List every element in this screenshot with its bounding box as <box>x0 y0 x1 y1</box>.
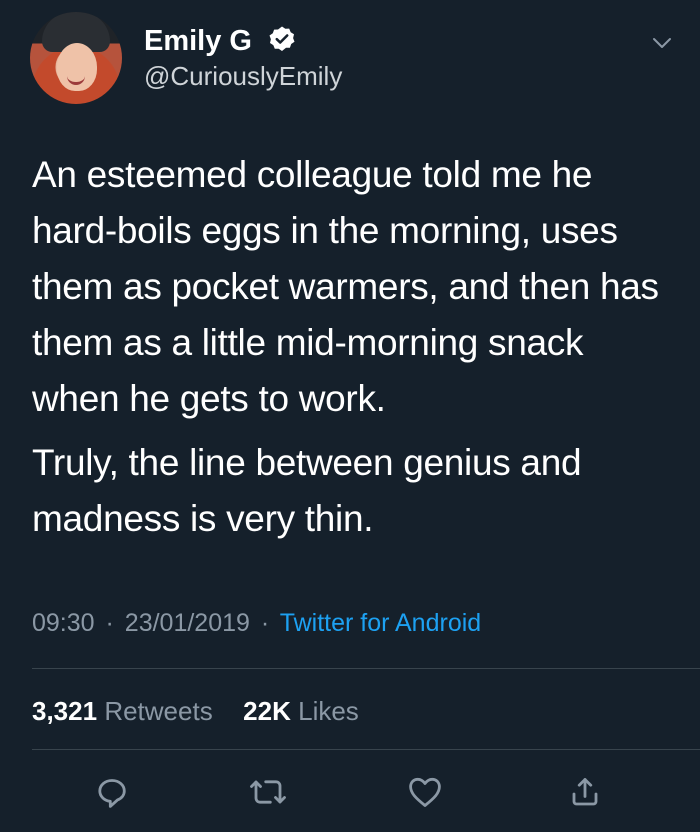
meta-separator: · <box>260 609 270 637</box>
retweet-count-label[interactable]: Retweets <box>104 696 212 726</box>
like-count-label[interactable]: Likes <box>298 696 359 726</box>
tweet-stats: 3,321 Retweets 22K Likes <box>32 696 359 726</box>
verified-badge-icon <box>268 25 296 53</box>
divider <box>32 749 700 750</box>
retweet-count[interactable]: 3,321 Retweets <box>32 696 220 726</box>
author-handle[interactable]: @CuriouslyEmily <box>144 61 342 91</box>
retweet-button[interactable] <box>244 768 292 816</box>
share-icon[interactable] <box>567 774 603 810</box>
tweet-date: 23/01/2019 <box>124 609 250 637</box>
like-count[interactable]: 22K Likes <box>243 696 359 726</box>
author-name[interactable]: Emily G <box>144 25 296 57</box>
chevron-down-icon[interactable] <box>652 37 672 49</box>
retweet-count-value[interactable]: 3,321 <box>32 696 97 726</box>
tweet-actions <box>0 768 700 816</box>
like-count-value[interactable]: 22K <box>243 696 291 726</box>
heart-icon[interactable] <box>406 774 444 810</box>
author-avatar[interactable] <box>30 12 122 104</box>
divider <box>32 668 700 669</box>
tweet-text: An esteemed colleague told me he hard-bo… <box>32 147 672 547</box>
tweet-time: 09:30 <box>32 609 95 637</box>
author-name-text[interactable]: Emily G <box>144 25 252 57</box>
like-button[interactable] <box>401 768 449 816</box>
tweet-paragraph-1: An esteemed colleague told me he hard-bo… <box>32 154 659 419</box>
reply-icon[interactable] <box>94 774 130 810</box>
tweet-meta: 09:30 · 23/01/2019 · Twitter for Android <box>32 608 481 638</box>
meta-separator: · <box>105 609 114 637</box>
tweet-source-link[interactable]: Twitter for Android <box>280 609 481 637</box>
reply-button[interactable] <box>88 768 136 816</box>
share-button[interactable] <box>561 768 609 816</box>
retweet-icon[interactable] <box>248 774 288 810</box>
tweet-paragraph-2: Truly, the line between genius and madne… <box>32 442 582 539</box>
